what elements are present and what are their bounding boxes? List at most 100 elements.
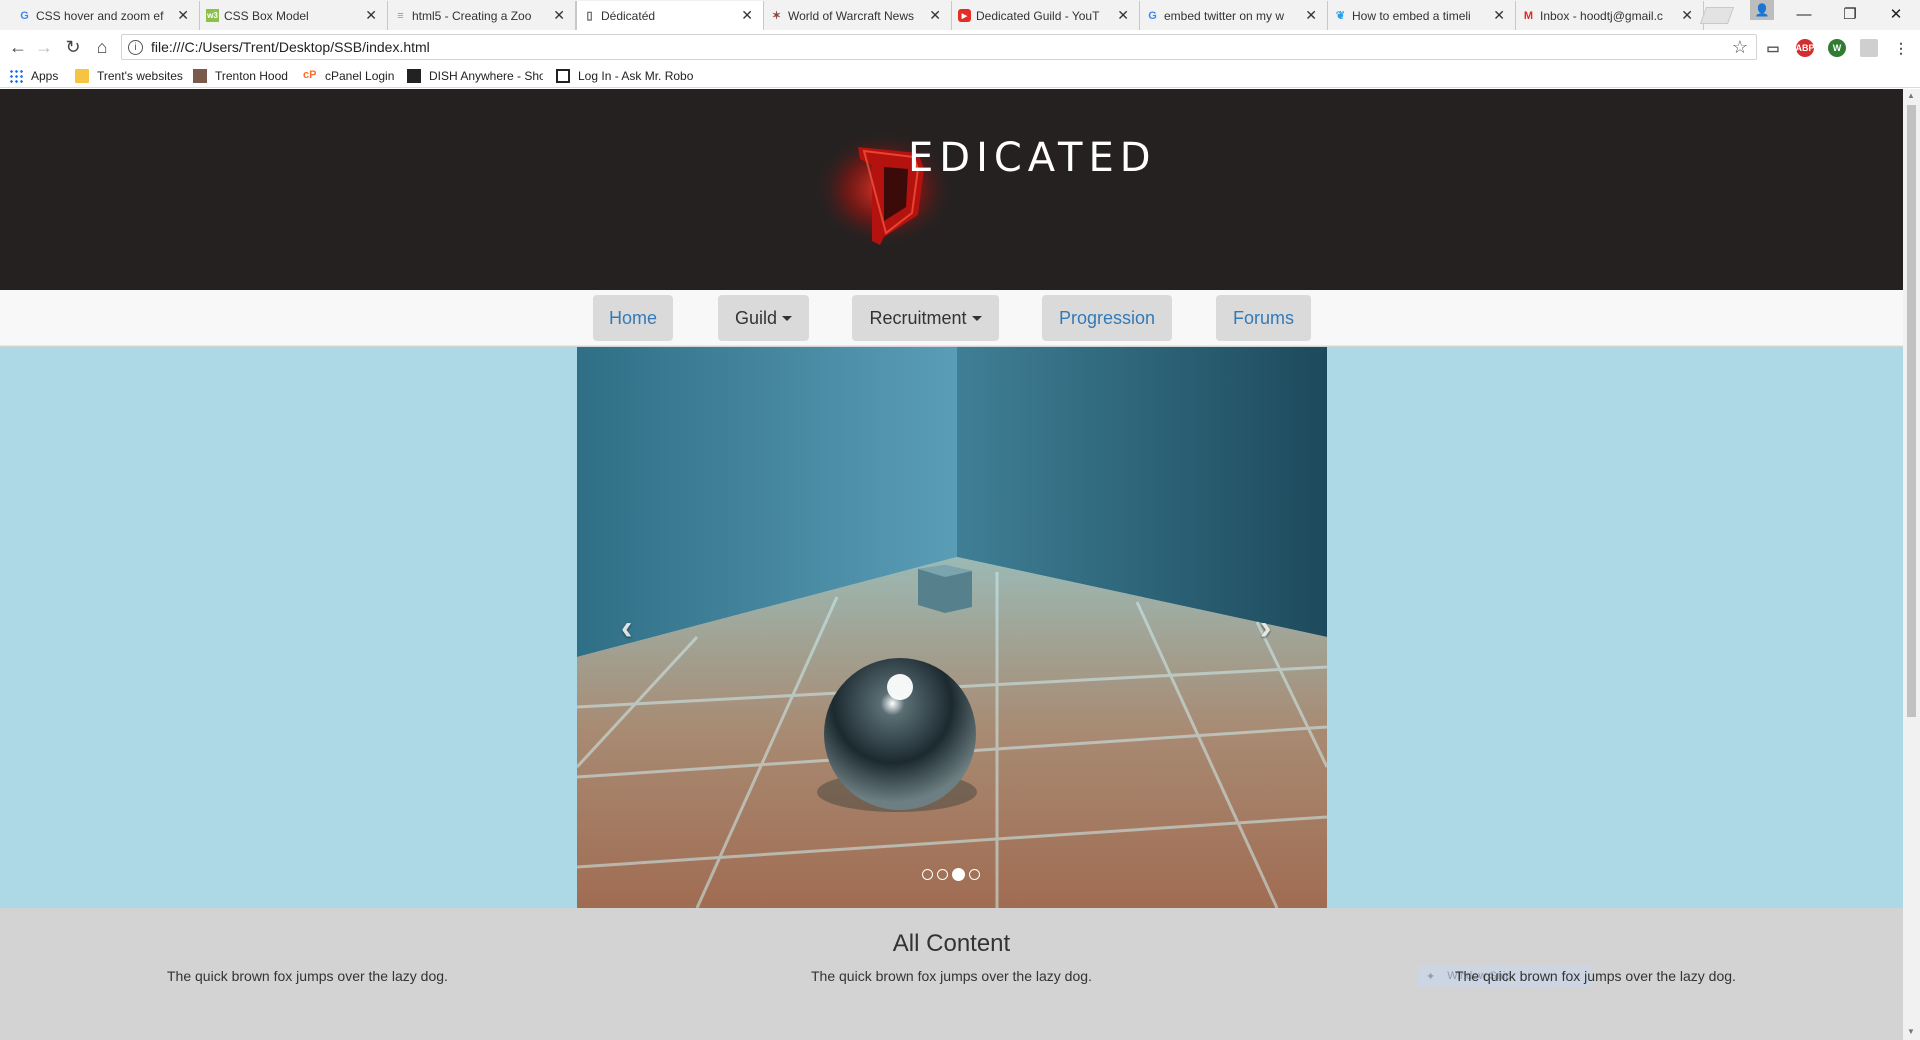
image-carousel[interactable]: ‹ › (577, 347, 1327, 908)
carousel-indicator[interactable] (969, 869, 980, 880)
logo-wordmark: EDICATED (908, 135, 1157, 181)
carousel-indicator[interactable] (922, 869, 933, 880)
forward-icon[interactable]: → (32, 35, 56, 59)
google-icon: G (1148, 9, 1157, 22)
nav-guild-dropdown[interactable]: Guild (718, 295, 809, 341)
nav-recruitment-label: Recruitment (869, 307, 967, 328)
folder-icon (75, 69, 89, 83)
scrollbar-thumb[interactable] (1907, 105, 1916, 717)
chevron-left-icon[interactable]: ‹ (621, 609, 632, 648)
nav-forums[interactable]: Forums (1216, 295, 1311, 341)
chevron-right-icon[interactable]: › (1260, 609, 1271, 648)
bookmark-star-icon[interactable]: ☆ (1732, 37, 1748, 58)
hero-section: ‹ › (0, 347, 1903, 908)
bookmark-trenton-hood[interactable]: Trenton Hood (193, 68, 288, 84)
minimize-icon[interactable]: — (1781, 0, 1827, 28)
wow-icon: ✶ (771, 10, 782, 22)
reload-icon[interactable]: ↻ (61, 35, 85, 59)
dish-icon (407, 69, 421, 83)
address-bar[interactable]: i file:///C:/Users/Trent/Desktop/SSB/ind… (121, 34, 1757, 60)
page-scrollbar[interactable]: ▲ ▼ (1903, 89, 1920, 1040)
tab-dedicated[interactable]: ▯ Dédicatéd ✕ (576, 1, 764, 30)
bookmark-trents-websites[interactable]: Trent's websites (75, 68, 183, 84)
new-tab-button[interactable] (1699, 7, 1735, 24)
bookmark-label: cPanel Login (325, 69, 395, 83)
bookmarks-bar: Apps Trent's websites Trenton Hood cP cP… (0, 64, 1920, 88)
close-tab-icon[interactable]: ✕ (1117, 7, 1129, 24)
carousel-indicators (922, 868, 980, 881)
tab-strip: G CSS hover and zoom ef ✕ w3 CSS Box Mod… (0, 0, 1920, 30)
carousel-indicator[interactable] (937, 869, 948, 880)
restore-icon[interactable]: ❐ (1827, 0, 1873, 28)
tab-css-hover[interactable]: G CSS hover and zoom ef ✕ (12, 1, 200, 30)
content-section: All Content The quick brown fox jumps ov… (0, 908, 1903, 1040)
back-icon[interactable]: ← (6, 35, 30, 59)
w-extension-icon[interactable]: W (1828, 39, 1846, 57)
bookmark-label: DISH Anywhere - Sho (429, 69, 543, 83)
info-icon[interactable]: i (128, 39, 143, 55)
main-nav: Home Guild Recruitment Progression Forum… (0, 290, 1903, 346)
tab-twitter-timeline[interactable]: ❦ How to embed a timeli ✕ (1328, 1, 1516, 30)
tab-gmail[interactable]: M Inbox - hoodtj@gmail.c ✕ (1516, 1, 1704, 30)
close-tab-icon[interactable]: ✕ (1305, 7, 1317, 24)
scroll-down-icon[interactable]: ▼ (1907, 1027, 1915, 1036)
tab-title: World of Warcraft News (788, 8, 915, 23)
nav-home[interactable]: Home (593, 295, 673, 341)
carousel-indicator-active[interactable] (952, 868, 965, 881)
tab-wow-news[interactable]: ✶ World of Warcraft News ✕ (764, 1, 952, 30)
bookmark-label: Trenton Hood (215, 69, 288, 83)
tab-css-box-model[interactable]: w3 CSS Box Model ✕ (200, 1, 388, 30)
gmail-icon: M (1523, 9, 1534, 22)
tab-title: Dedicated Guild - YouT (976, 8, 1100, 23)
content-column-text: The quick brown fox jumps over the lazy … (167, 968, 448, 984)
bookmark-label: Trent's websites (97, 69, 183, 83)
home-icon[interactable]: ⌂ (90, 35, 114, 59)
tab-title: CSS Box Model (224, 8, 309, 23)
profile-icon[interactable]: 👤 (1750, 0, 1774, 20)
nav-progression-label: Progression (1058, 307, 1156, 328)
avatar-icon (193, 69, 207, 83)
stackoverflow-icon: ≡ (397, 9, 404, 22)
close-tab-icon[interactable]: ✕ (1493, 7, 1505, 24)
bookmark-label: Log In - Ask Mr. Robo (578, 69, 694, 83)
twitter-icon: ❦ (1335, 10, 1346, 22)
content-column-text: The quick brown fox jumps over the lazy … (811, 968, 1092, 984)
w3schools-icon: w3 (206, 9, 219, 22)
close-tab-icon[interactable]: ✕ (1681, 7, 1693, 24)
nav-guild-label: Guild (734, 307, 778, 328)
bookmark-cpanel-login[interactable]: cP cPanel Login (303, 68, 394, 84)
carousel-slide-image (577, 347, 1327, 908)
close-tab-icon[interactable]: ✕ (177, 7, 189, 24)
tab-youtube[interactable]: ▶ Dedicated Guild - YouT ✕ (952, 1, 1140, 30)
page-viewport: EDICATED Home Guild Recruitment Progress… (0, 89, 1903, 1040)
adblock-icon[interactable]: ABP (1796, 39, 1815, 57)
nav-progression[interactable]: Progression (1042, 295, 1172, 341)
close-tab-icon[interactable]: ✕ (929, 7, 941, 24)
tab-html5-zoom[interactable]: ≡ html5 - Creating a Zoo ✕ (388, 1, 576, 30)
bookmark-apps[interactable]: Apps (9, 68, 58, 84)
close-tab-icon[interactable]: ✕ (741, 7, 753, 24)
content-column-text: The quick brown fox jumps over the lazy … (1455, 968, 1736, 984)
tab-embed-twitter[interactable]: G embed twitter on my w ✕ (1140, 1, 1328, 30)
browser-toolbar: ← → ↻ ⌂ i file:///C:/Users/Trent/Desktop… (0, 30, 1920, 64)
menu-icon[interactable]: ⋮ (1892, 39, 1910, 57)
scroll-up-icon[interactable]: ▲ (1907, 91, 1915, 100)
extension-icon[interactable] (1860, 39, 1878, 57)
site-header: EDICATED (0, 89, 1903, 290)
bookmark-ask-mr-robot[interactable]: Log In - Ask Mr. Robo (556, 68, 694, 84)
url-text: file:///C:/Users/Trent/Desktop/SSB/index… (151, 39, 430, 55)
close-window-icon[interactable]: ✕ (1873, 0, 1919, 28)
robot-icon (556, 69, 570, 83)
cast-icon[interactable]: ▭ (1764, 39, 1782, 57)
nav-recruitment-dropdown[interactable]: Recruitment (852, 295, 999, 341)
tab-title: html5 - Creating a Zoo (412, 8, 532, 23)
youtube-icon: ▶ (958, 9, 971, 22)
tab-title: How to embed a timeli (1352, 8, 1471, 23)
tab-title: CSS hover and zoom ef (36, 8, 164, 23)
tab-title: Inbox - hoodtj@gmail.c (1540, 8, 1663, 23)
bookmark-dish-anywhere[interactable]: DISH Anywhere - Sho (407, 68, 543, 84)
close-tab-icon[interactable]: ✕ (553, 7, 565, 24)
caret-down-icon (971, 315, 982, 321)
tab-title: Dédicatéd (601, 8, 656, 23)
close-tab-icon[interactable]: ✕ (365, 7, 377, 24)
